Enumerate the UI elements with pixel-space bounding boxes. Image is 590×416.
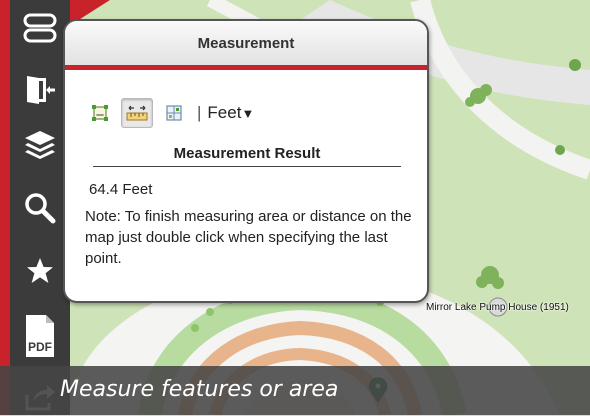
toggle-icon	[23, 13, 57, 43]
measurement-panel: Measurement | Feet▼ Measurement Result 6…	[63, 19, 429, 303]
result-value: 64.4 Feet	[89, 181, 153, 198]
area-measure-icon	[92, 105, 108, 121]
unit-value: Feet	[207, 103, 242, 122]
toggle-button[interactable]	[10, 8, 70, 48]
map-label-pump-house[interactable]: Mirror Lake Pump House (1951)	[426, 302, 569, 313]
panel-accent-rule	[65, 65, 427, 70]
pdf-button[interactable]: PDF	[10, 306, 70, 366]
location-tool-button[interactable]	[161, 100, 187, 126]
distance-tool-button[interactable]	[121, 98, 153, 128]
pdf-icon-label: PDF	[28, 340, 52, 354]
unit-separator: |	[197, 103, 202, 122]
unit-dropdown[interactable]: Feet▼	[207, 103, 254, 123]
left-toolbar: PDF	[10, 0, 70, 415]
panel-title: Measurement	[65, 21, 427, 65]
search-button[interactable]	[10, 180, 70, 236]
search-icon	[25, 193, 56, 224]
distance-measure-icon	[126, 105, 148, 121]
exit-button[interactable]	[10, 62, 70, 118]
pdf-icon: PDF	[26, 315, 54, 357]
chevron-down-icon: ▼	[241, 106, 255, 121]
favorites-button[interactable]	[10, 243, 70, 299]
result-heading: Measurement Result	[93, 145, 401, 167]
measurement-tools: | Feet▼	[87, 98, 254, 128]
star-icon	[27, 258, 53, 283]
brand-strip	[0, 0, 10, 415]
layers-icon	[25, 131, 55, 159]
layers-button[interactable]	[10, 117, 70, 173]
location-measure-icon	[166, 105, 182, 121]
exit-icon	[27, 76, 55, 104]
area-tool-button[interactable]	[87, 100, 113, 126]
result-note: Note: To finish measuring area or distan…	[85, 208, 412, 267]
caption-text: Measure features or area	[60, 377, 339, 402]
